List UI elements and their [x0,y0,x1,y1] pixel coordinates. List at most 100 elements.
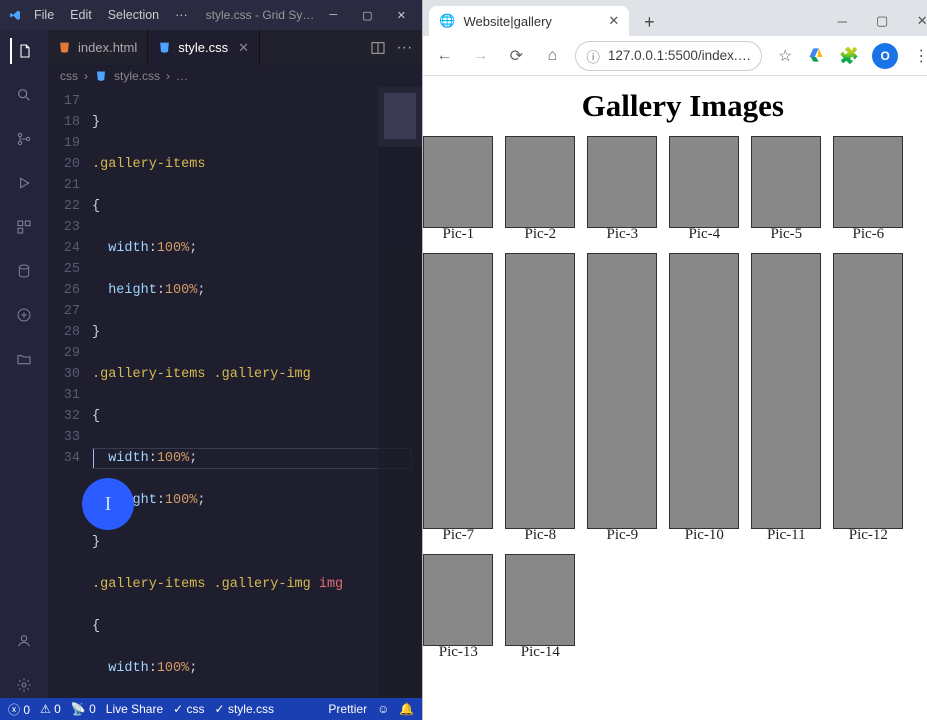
code-text[interactable]: } .gallery-items { width:100%; height:10… [92,87,422,698]
t: 100% [157,661,189,676]
bell-icon[interactable]: 🔔 [399,702,414,716]
browser-menu-icon[interactable]: ⋮ [908,43,927,69]
close-tab-icon[interactable]: ✕ [238,40,249,56]
gallery-item[interactable]: Pic-5 [751,136,821,243]
more-actions-icon[interactable]: ··· [396,39,412,57]
tab-index-html[interactable]: index.html [48,30,148,65]
gallery-caption: Pic-10 [669,527,739,544]
browser-tab-title: Website|gallery [464,14,552,29]
search-icon[interactable] [11,82,37,108]
gdrive-icon[interactable] [808,47,826,65]
explorer-icon[interactable] [10,38,36,64]
gallery-item[interactable]: Pic-7 [423,253,493,544]
gallery-item[interactable]: Pic-8 [505,253,575,544]
gallery-item[interactable]: Pic-1 [423,136,493,243]
feedback-icon[interactable]: ☺ [377,702,389,716]
css-icon [94,69,108,83]
breadcrumb-file[interactable]: style.css [114,69,160,83]
menu-more[interactable]: ··· [169,6,194,24]
account-icon[interactable] [11,628,37,654]
breadcrumb-folder[interactable]: css [60,69,78,83]
live-icon[interactable] [11,302,37,328]
t: } [92,115,100,130]
status-warnings[interactable]: ⚠ 0 [40,702,61,716]
gallery-img [423,136,493,228]
close-button[interactable]: ✕ [902,6,927,36]
minimize-button[interactable]: ─ [318,1,348,29]
gallery-caption: Pic-8 [505,527,575,544]
breadcrumb-more[interactable]: … [176,69,188,83]
html-icon [58,41,72,55]
tab-label: index.html [78,40,137,55]
gallery-item[interactable]: Pic-9 [587,253,657,544]
forward-button[interactable]: → [467,43,493,69]
browser-window-buttons: ─ ▢ ✕ [822,6,927,36]
t: .gallery-img [214,577,311,592]
t: height [108,283,157,298]
close-button[interactable]: ✕ [386,1,416,29]
ln: 29 [48,343,80,364]
menu-edit[interactable]: Edit [64,6,98,24]
gallery-item[interactable]: Pic-10 [669,253,739,544]
back-button[interactable]: ← [431,43,457,69]
ln: 28 [48,322,80,343]
gallery-caption: Pic-6 [833,226,903,243]
status-lang[interactable]: css [173,702,204,716]
reload-button[interactable]: ⟳ [503,43,529,69]
maximize-button[interactable]: ▢ [352,1,382,29]
globe-icon: 🌐 [439,13,455,29]
vscode-window: File Edit Selection ··· style.css - Grid… [0,0,422,720]
status-file[interactable]: style.css [215,702,274,716]
extensions-puzzle-icon[interactable]: 🧩 [836,43,862,69]
folder-icon[interactable] [11,346,37,372]
status-liveshare[interactable]: Live Share [106,702,163,716]
status-bar: ⓧ 0 ⚠ 0 📡 0 Live Share css style.css Pre… [0,698,422,720]
close-tab-icon[interactable]: ✕ [608,13,619,29]
editor-tabs: index.html style.css ✕ ··· [48,30,422,65]
gallery-item[interactable]: Pic-3 [587,136,657,243]
gallery-item[interactable]: Pic-6 [833,136,903,243]
bookmark-star-icon[interactable]: ☆ [772,43,798,69]
status-errors[interactable]: ⓧ 0 [8,701,30,718]
ln: 17 [48,91,80,112]
new-tab-button[interactable]: + [635,8,663,36]
ln: 33 [48,427,80,448]
tab-label: style.css [178,40,228,55]
vscode-titlebar: File Edit Selection ··· style.css - Grid… [0,0,422,30]
t: width [108,241,149,256]
menu-file[interactable]: File [28,6,60,24]
minimize-button[interactable]: ─ [822,6,862,36]
gallery-item[interactable]: Pic-12 [833,253,903,544]
site-info-icon[interactable]: ⓘ [586,46,600,66]
gallery-item[interactable]: Pic-13 [423,554,493,661]
page-content: Gallery Images Pic-1 Pic-2 Pic-3 Pic-4 P… [423,76,927,720]
chevron-right-icon: › [166,69,170,83]
source-control-icon[interactable] [11,126,37,152]
tab-style-css[interactable]: style.css ✕ [148,30,260,65]
minimap[interactable] [378,87,422,698]
status-port[interactable]: 📡 0 [71,702,96,716]
menu-selection[interactable]: Selection [102,6,165,24]
profile-avatar[interactable]: O [872,43,898,69]
maximize-button[interactable]: ▢ [862,6,902,36]
gallery-item[interactable]: Pic-11 [751,253,821,544]
db-icon[interactable] [11,258,37,284]
address-bar[interactable]: ⓘ 127.0.0.1:5500/index.… [575,41,762,71]
home-button[interactable]: ⌂ [539,43,565,69]
gallery-item[interactable]: Pic-4 [669,136,739,243]
ln: 31 [48,385,80,406]
run-debug-icon[interactable] [11,170,37,196]
extensions-icon[interactable] [11,214,37,240]
code-editor[interactable]: 17 18 19 20 21 22 23 24 25 26 27 28 29 3… [48,87,422,698]
gallery-item[interactable]: Pic-2 [505,136,575,243]
ln: 19 [48,133,80,154]
gear-icon[interactable] [11,672,37,698]
browser-window: 🌐 Website|gallery ✕ + ─ ▢ ✕ ← → ⟳ ⌂ ⓘ 12… [422,0,927,720]
breadcrumb[interactable]: css › style.css › … [48,65,422,87]
status-prettier[interactable]: Prettier [328,702,367,716]
ln: 27 [48,301,80,322]
browser-tab[interactable]: 🌐 Website|gallery ✕ [429,6,629,36]
gallery-item[interactable]: Pic-14 [505,554,575,661]
split-editor-icon[interactable] [370,40,386,56]
ln: 30 [48,364,80,385]
